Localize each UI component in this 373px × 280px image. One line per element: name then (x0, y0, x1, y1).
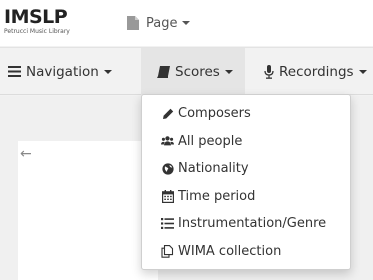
menu-item-time-period[interactable]: Time period (142, 183, 350, 211)
chevron-down-icon (358, 69, 367, 74)
logo-text: IMSLP (4, 6, 68, 28)
nav-navigation[interactable]: Navigation (0, 48, 120, 95)
menu-item-label: All people (178, 133, 243, 149)
menu-item-label: Time period (178, 188, 256, 204)
menu-item-composers[interactable]: Composers (142, 100, 350, 128)
page-menu-label: Page (146, 15, 178, 31)
menu-item-label: Composers (178, 106, 251, 122)
globe-icon (161, 162, 174, 175)
microphone-icon (264, 64, 274, 79)
nav-recordings[interactable]: Recordings (252, 48, 373, 95)
menu-item-label: Nationality (178, 161, 249, 177)
calendar-icon (161, 189, 174, 203)
menu-item-all-people[interactable]: All people (142, 128, 350, 156)
copy-icon (161, 244, 174, 258)
list-icon (161, 217, 174, 230)
menu-item-wima-collection[interactable]: WIMA collection (142, 238, 350, 266)
book-icon (157, 65, 170, 78)
content-card (18, 141, 158, 280)
chevron-down-icon (224, 69, 233, 74)
header: IMSLP Petrucci Music Library Page (0, 0, 373, 46)
nav-navigation-label: Navigation (26, 63, 99, 80)
logo-subtitle: Petrucci Music Library (4, 28, 70, 35)
scores-dropdown-menu: Composers All people Nationality Time pe… (141, 94, 351, 270)
menu-item-nationality[interactable]: Nationality (142, 155, 350, 183)
nav-recordings-label: Recordings (279, 63, 354, 80)
menu-item-label: WIMA collection (178, 243, 282, 259)
users-icon (161, 135, 174, 148)
pencil-icon (161, 107, 174, 120)
imslp-logo[interactable]: IMSLP Petrucci Music Library (4, 6, 94, 40)
back-arrow-icon[interactable]: ← (20, 146, 32, 162)
page-menu[interactable]: Page (126, 13, 191, 33)
navbar: Navigation Scores Recordings (0, 47, 373, 95)
menu-item-instrumentation-genre[interactable]: Instrumentation/Genre (142, 210, 350, 238)
chevron-down-icon (182, 21, 191, 25)
nav-scores-label: Scores (175, 63, 220, 80)
menu-icon (8, 66, 21, 77)
menu-item-label: Instrumentation/Genre (178, 216, 327, 232)
nav-scores[interactable]: Scores (141, 48, 245, 95)
file-icon (126, 15, 140, 31)
chevron-down-icon (103, 69, 112, 74)
